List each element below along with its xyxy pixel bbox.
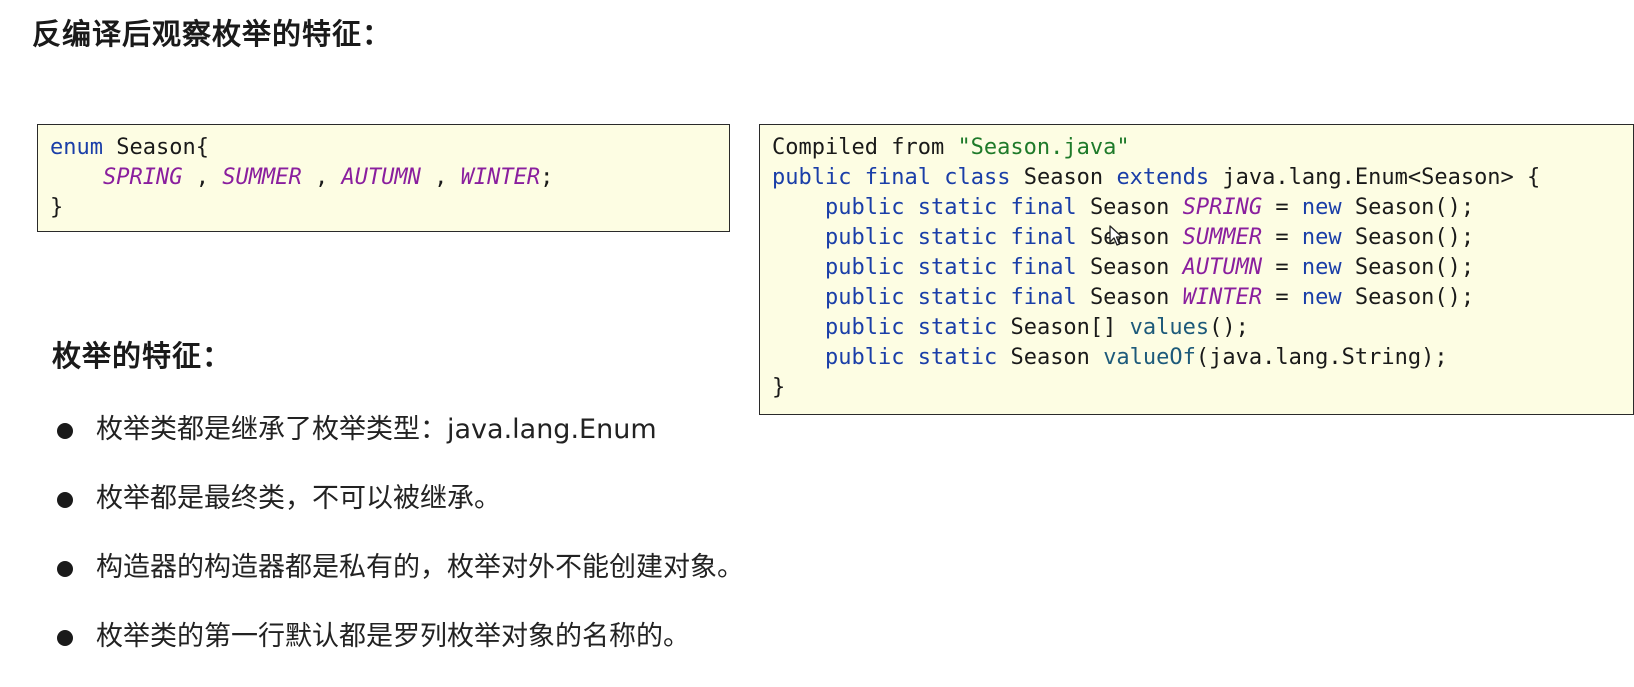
code-text: Season(); <box>1354 285 1475 310</box>
list-item: 枚举类都是继承了枚举类型：java.lang.Enum <box>52 410 744 479</box>
code-keyword: static <box>917 345 998 370</box>
code-line: enum Season{ <box>50 133 729 163</box>
code-line: public static final Season SPRING = new … <box>824 195 1475 220</box>
code-keyword: static <box>917 285 998 310</box>
code-type: Season <box>1089 255 1170 280</box>
list-item: 枚举都是最终类，不可以被继承。 <box>52 479 744 548</box>
code-keyword: static <box>917 255 998 280</box>
code-keyword: final <box>1010 255 1077 280</box>
code-text: Season(); <box>1354 195 1475 220</box>
bullet-dot-icon <box>57 630 73 646</box>
bullet-dot-icon <box>57 423 73 439</box>
code-keyword: new <box>1301 195 1342 220</box>
code-text: , <box>182 165 223 190</box>
code-string: "Season.java" <box>957 135 1130 160</box>
code-text: Season(); <box>1354 255 1475 280</box>
code-keyword: enum <box>50 135 103 160</box>
code-enum-constant: SUMMER <box>1182 225 1263 250</box>
code-line: public static final Season WINTER = new … <box>824 285 1475 310</box>
code-method: values <box>1129 315 1210 340</box>
code-keyword: extends <box>1116 165 1210 190</box>
code-method: valueOf <box>1103 345 1196 370</box>
code-enum-constant: AUTUMN <box>1182 255 1263 280</box>
enum-source-code-block: enum Season{ SPRING , SUMMER , AUTUMN , … <box>37 124 730 232</box>
code-enum-constant: WINTER <box>1182 285 1263 310</box>
code-keyword: public <box>824 195 905 220</box>
code-type: Season[] <box>1010 315 1117 340</box>
list-item-text: 枚举类的第一行默认都是罗列枚举对象的名称的。 <box>96 621 690 652</box>
code-keyword: static <box>917 195 998 220</box>
code-enum-constant: AUTUMN <box>341 165 421 190</box>
list-item-text: 枚举都是最终类，不可以被继承。 <box>96 483 501 514</box>
list-item-text: 构造器的构造器都是私有的，枚举对外不能创建对象。 <box>96 552 744 583</box>
code-line: public static final Season AUTUMN = new … <box>824 255 1475 280</box>
features-heading: 枚举的特征： <box>52 339 233 373</box>
list-item: 构造器的构造器都是私有的，枚举对外不能创建对象。 <box>52 548 744 617</box>
code-type: Season <box>1010 345 1090 370</box>
code-keyword: new <box>1301 255 1342 280</box>
bullet-dot-icon <box>57 561 73 577</box>
code-text: Season{ <box>102 135 209 160</box>
code-keyword: public <box>824 315 905 340</box>
code-type: Season <box>1089 285 1170 310</box>
mouse-cursor-icon <box>1109 225 1123 246</box>
code-keyword: public <box>772 165 852 190</box>
code-text: (java.lang.String); <box>1195 345 1448 370</box>
code-type: Season <box>1089 225 1170 250</box>
code-keyword: public <box>824 255 905 280</box>
code-keyword: static <box>917 225 998 250</box>
code-line: } <box>772 375 786 400</box>
code-keyword: final <box>864 165 931 190</box>
code-keyword: public <box>824 345 905 370</box>
code-keyword: new <box>1301 285 1342 310</box>
list-item-text: 枚举类都是继承了枚举类型：java.lang.Enum <box>96 414 657 445</box>
code-class-name: Season <box>1023 165 1104 190</box>
code-text: , <box>420 165 461 190</box>
features-list: 枚举类都是继承了枚举类型：java.lang.Enum 枚举都是最终类，不可以被… <box>52 410 744 686</box>
code-line: public final class Season extends java.l… <box>772 163 1633 193</box>
code-line: Compiled from "Season.java" <box>772 133 1633 163</box>
code-line: SPRING , SUMMER , AUTUMN , WINTER; <box>50 163 729 193</box>
code-keyword: public <box>824 285 905 310</box>
code-line: public static Season[] values(); <box>772 313 1633 343</box>
code-enum-constant: SUMMER <box>222 165 302 190</box>
code-enum-constant: SPRING <box>102 165 183 190</box>
code-keyword: final <box>1010 285 1077 310</box>
code-text: (); <box>1209 315 1249 340</box>
code-keyword: class <box>944 165 1011 190</box>
code-keyword: static <box>917 315 998 340</box>
code-line: public static Season valueOf(java.lang.S… <box>772 343 1633 373</box>
code-text: java.lang.Enum<Season> { <box>1222 165 1541 190</box>
page-heading: 反编译后观察枚举的特征： <box>32 17 393 51</box>
code-keyword: final <box>1010 225 1077 250</box>
list-item: 枚举类的第一行默认都是罗列枚举对象的名称的。 <box>52 617 744 686</box>
code-enum-constant: WINTER <box>460 165 541 190</box>
code-keyword: new <box>1301 225 1342 250</box>
code-text: ; <box>540 165 554 190</box>
bullet-dot-icon <box>57 492 73 508</box>
code-text: Compiled from <box>772 135 958 160</box>
code-text: , <box>301 165 342 190</box>
code-line: } <box>50 195 64 220</box>
code-enum-constant: SPRING <box>1182 195 1263 220</box>
code-keyword: public <box>824 225 905 250</box>
code-line: public static final Season SUMMER = new … <box>824 225 1475 250</box>
code-text: Season(); <box>1354 225 1475 250</box>
code-type: Season <box>1089 195 1170 220</box>
code-keyword: final <box>1010 195 1077 220</box>
decompiled-code-block: Compiled from "Season.java" public final … <box>759 124 1634 415</box>
